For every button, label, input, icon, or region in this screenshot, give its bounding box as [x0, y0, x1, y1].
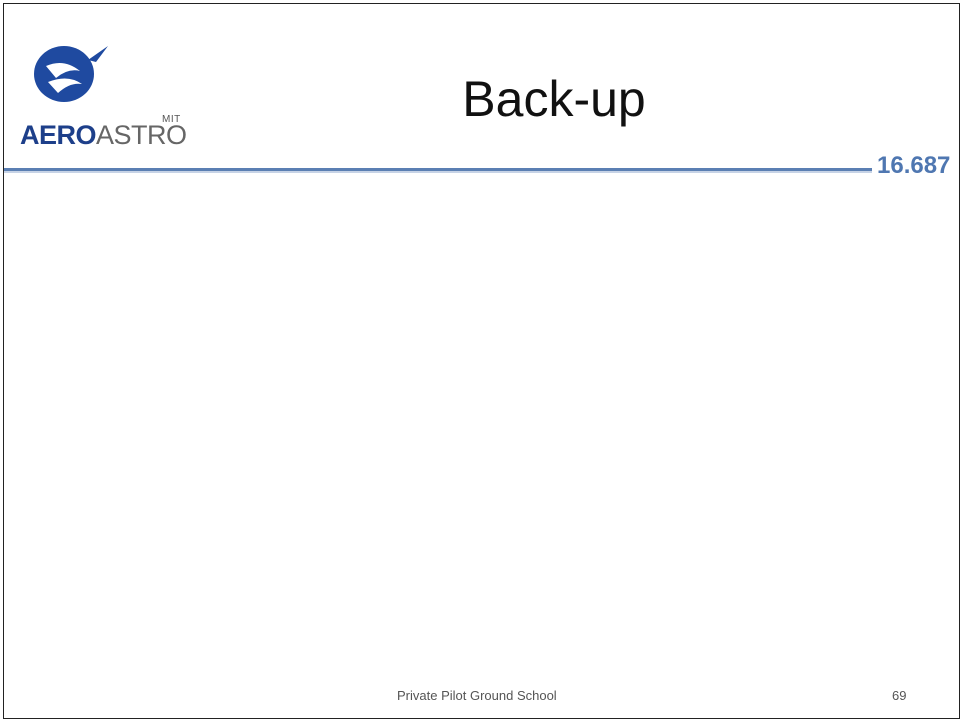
page-number: 69: [892, 688, 907, 703]
aeroastro-swoosh-logo-icon: [34, 46, 108, 102]
logo-wordmark: AEROASTRO: [20, 120, 187, 151]
slide: MIT AEROASTRO Back-up 16.687 Private Pil…: [3, 3, 960, 719]
header-rule-shadow: [4, 171, 872, 173]
logo-aero-text: AERO: [20, 120, 97, 150]
aeroastro-logo: MIT AEROASTRO: [20, 38, 195, 151]
slide-title: Back-up: [462, 71, 646, 127]
logo-astro-text: ASTRO: [96, 120, 187, 150]
footer-text: Private Pilot Ground School: [397, 688, 557, 703]
course-number: 16.687: [877, 152, 951, 179]
